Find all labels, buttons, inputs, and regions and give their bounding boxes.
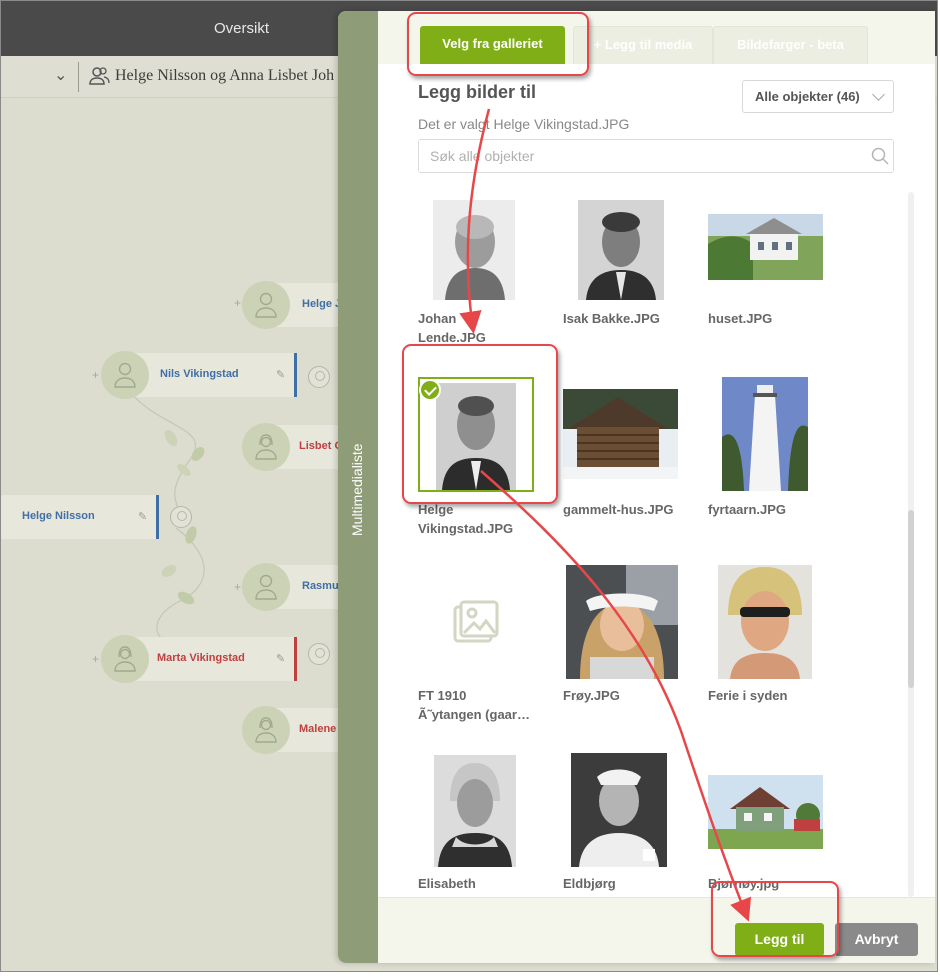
item-caption: huset.JPG xyxy=(708,311,773,326)
item-caption: Frøy.JPG xyxy=(563,688,620,703)
avatar xyxy=(101,635,149,683)
gender-bar xyxy=(156,495,159,539)
house-photo xyxy=(708,192,848,300)
media-list-side-tab[interactable]: Multimedialiste xyxy=(338,11,378,963)
search-input[interactable] xyxy=(418,139,894,173)
person-silhouette-icon xyxy=(114,362,136,388)
person-female-icon xyxy=(255,434,277,460)
add-parent-button[interactable]: + xyxy=(234,580,241,594)
cancel-button[interactable]: Avbryt xyxy=(835,923,918,956)
spouse-link-icon[interactable] xyxy=(308,643,330,665)
image-placeholder-icon xyxy=(418,569,558,677)
item-caption: Elisabeth Svendsen.JPG xyxy=(418,876,509,897)
media-list-label: Multimedialiste xyxy=(349,443,365,536)
scrollbar-thumb[interactable] xyxy=(908,510,914,688)
portrait-photo xyxy=(418,755,558,867)
portrait-photo xyxy=(563,192,703,300)
spouse-link-icon[interactable] xyxy=(308,366,330,388)
lighthouse-photo xyxy=(708,377,848,491)
avatar xyxy=(242,563,290,611)
overview-title[interactable]: Oversikt xyxy=(214,20,269,37)
person-name: Helge J xyxy=(302,298,342,310)
person-name: Marta Vikingstad xyxy=(157,652,245,664)
search-icon[interactable] xyxy=(871,147,889,165)
gender-bar xyxy=(294,353,297,397)
person-name: Malene xyxy=(299,723,337,735)
person-silhouette-icon xyxy=(255,574,277,600)
house-photo xyxy=(708,757,848,865)
modal-heading: Legg bilder til xyxy=(418,82,537,102)
object-filter-value: Alle objekter (46) xyxy=(755,89,860,104)
tab-add-media[interactable]: + Legg til media xyxy=(573,26,713,64)
tab-image-colors[interactable]: Bildefarger - beta xyxy=(713,26,868,64)
add-parent-button[interactable]: + xyxy=(234,296,241,310)
item-caption: Ferie i syden xyxy=(708,688,788,703)
avatar xyxy=(242,706,290,754)
add-parent-button[interactable]: + xyxy=(92,368,99,382)
item-caption: FT 1910 Ã˜ytangen (gaar… xyxy=(418,688,530,722)
person-female-icon xyxy=(255,717,277,743)
add-parent-button[interactable]: + xyxy=(92,652,99,666)
person-name: Lisbet O xyxy=(299,440,344,452)
portrait-photo xyxy=(708,565,848,679)
divider xyxy=(78,62,79,92)
media-picker-modal: Multimedialiste Velg fra galleriet + Leg… xyxy=(338,11,935,963)
screenshot-frame: Oversikt ⌄ Helge Nilsson og Anna Lisbet … xyxy=(0,0,938,972)
gender-bar xyxy=(294,637,297,681)
edit-icon[interactable]: ✎ xyxy=(138,510,147,523)
person-silhouette-icon xyxy=(255,292,277,318)
edit-icon[interactable]: ✎ xyxy=(276,652,285,665)
add-button[interactable]: Legg til xyxy=(735,923,824,956)
person-card[interactable]: Helge Nilsson ✎ xyxy=(1,495,159,539)
couple-icon xyxy=(89,67,110,85)
gallery-scrollbar[interactable] xyxy=(908,192,914,897)
person-name: Helge Nilsson xyxy=(22,510,95,522)
selected-item-text: Det er valgt Helge Vikingstad.JPG xyxy=(418,116,630,132)
modal-tabs: Velg fra galleriet + Legg til media Bild… xyxy=(378,11,935,64)
item-caption: Eldbjørg Haaland.JPG xyxy=(563,876,643,897)
current-couple-name[interactable]: Helge Nilsson og Anna Lisbet Joh xyxy=(115,67,334,85)
cabin-photo xyxy=(563,383,703,491)
spouse-link-icon[interactable] xyxy=(170,506,192,528)
modal-content: Velg fra galleriet + Legg til media Bild… xyxy=(378,11,935,963)
media-gallery-grid: Johan Lende.JPG Isak Bakke.JPG huset.JPG xyxy=(418,192,896,897)
person-name: Rasmu xyxy=(302,580,339,592)
modal-footer: Legg til Avbryt xyxy=(378,897,935,963)
portrait-photo xyxy=(563,753,703,867)
item-caption: Helge Vikingstad.JPG xyxy=(418,502,514,536)
item-caption: Isak Bakke.JPG xyxy=(563,311,660,326)
portrait-photo xyxy=(418,192,558,300)
checkmark-icon xyxy=(419,379,441,401)
portrait-photo xyxy=(563,565,703,679)
person-female-icon xyxy=(114,646,136,672)
chevron-down-icon[interactable]: ⌄ xyxy=(54,65,67,85)
person-name: Nils Vikingstad xyxy=(160,368,239,380)
chevron-down-icon xyxy=(872,88,885,101)
avatar xyxy=(242,281,290,329)
item-caption: Bjørnøy.jpg xyxy=(708,876,780,891)
item-caption: fyrtaarn.JPG xyxy=(708,502,787,517)
item-caption: gammelt-hus.JPG xyxy=(563,502,674,517)
tab-choose-from-gallery[interactable]: Velg fra galleriet xyxy=(420,26,565,64)
edit-icon[interactable]: ✎ xyxy=(276,368,285,381)
object-filter-select[interactable]: Alle objekter (46) xyxy=(742,80,894,113)
avatar xyxy=(242,423,290,471)
item-caption: Johan Lende.JPG xyxy=(418,311,486,345)
avatar xyxy=(101,351,149,399)
